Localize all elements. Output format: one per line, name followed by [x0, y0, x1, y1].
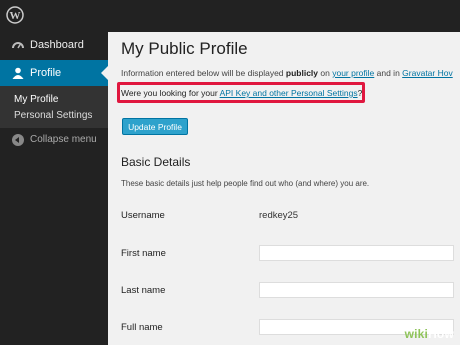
watermark-prefix: wiki — [404, 327, 429, 341]
admin-sidebar: Dashboard Profile My Profile Personal Se… — [0, 32, 108, 345]
collapse-icon — [12, 134, 24, 146]
sidebar-item-label: Dashboard — [30, 39, 84, 51]
collapse-label: Collapse menu — [30, 134, 97, 145]
first-name-label: First name — [121, 248, 166, 259]
wikihow-watermark: wikiHow — [405, 327, 454, 341]
svg-text:W: W — [10, 10, 21, 22]
info-and: and in — [374, 68, 403, 78]
info-prefix: Information entered below will be displa… — [121, 68, 286, 78]
looking-text: Were you looking for your API Key and ot… — [121, 88, 362, 98]
full-name-label: Full name — [121, 322, 163, 333]
dashboard-icon — [12, 42, 24, 49]
admin-bar: W — [0, 0, 460, 32]
looking-suffix: ? — [357, 88, 363, 98]
main-content: My Public Profile Information entered be… — [108, 32, 460, 345]
submenu-item-my-profile[interactable]: My Profile — [14, 94, 58, 105]
username-label: Username — [121, 210, 165, 221]
first-name-field[interactable] — [259, 245, 454, 261]
sidebar-item-profile[interactable]: Profile — [0, 60, 108, 86]
sidebar-item-dashboard[interactable]: Dashboard — [0, 32, 108, 58]
your-profile-link[interactable]: your profile — [332, 68, 374, 78]
last-name-field[interactable] — [259, 282, 454, 298]
looking-prefix: Were you looking for your — [121, 88, 220, 98]
info-mid: on — [318, 68, 333, 78]
collapse-menu-button[interactable]: Collapse menu — [0, 127, 108, 153]
section-title: Basic Details — [121, 155, 191, 169]
gravatar-link[interactable]: Gravatar Hov — [402, 68, 453, 78]
info-bold: publicly — [285, 68, 319, 78]
submenu-item-personal-settings[interactable]: Personal Settings — [14, 110, 92, 121]
section-description: These basic details just help people fin… — [121, 179, 370, 188]
page-title: My Public Profile — [121, 39, 248, 58]
profile-submenu: My Profile Personal Settings — [0, 86, 108, 128]
username-value: redkey25 — [259, 210, 299, 221]
wordpress-logo-icon[interactable]: W — [6, 6, 24, 24]
api-key-settings-link[interactable]: API Key and other Personal Settings — [220, 88, 358, 98]
last-name-label: Last name — [121, 285, 166, 296]
sidebar-item-label: Profile — [30, 67, 62, 79]
info-text: Information entered below will be displa… — [121, 68, 460, 78]
update-profile-button[interactable]: Update Profile — [122, 118, 188, 135]
user-icon — [12, 67, 24, 79]
watermark-suffix: How — [428, 327, 454, 341]
